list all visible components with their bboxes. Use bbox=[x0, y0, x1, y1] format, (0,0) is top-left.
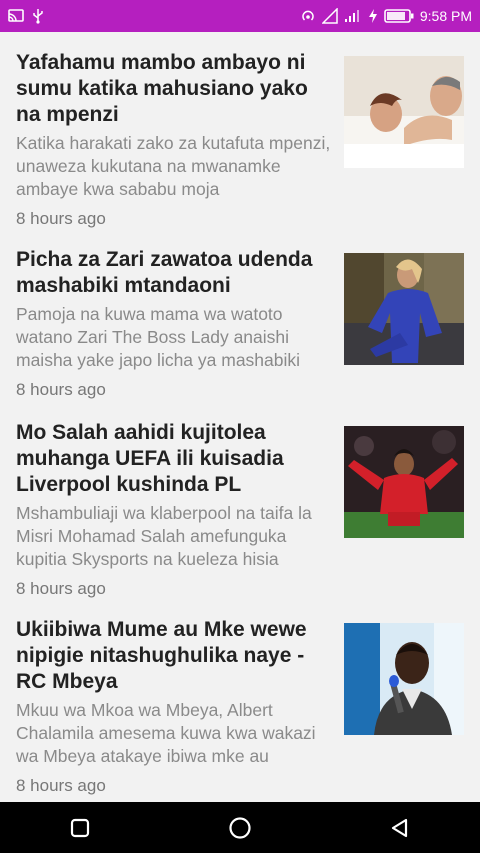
article-time: 8 hours ago bbox=[16, 579, 106, 598]
news-feed[interactable]: Yafahamu mambo ambayo ni sumu katika mah… bbox=[0, 32, 480, 802]
clock-time: 9:58 PM bbox=[419, 8, 472, 24]
hotspot-icon bbox=[300, 8, 316, 24]
article-item[interactable]: Ukiibiwa Mume au Mke wewe nipigie nitash… bbox=[0, 599, 480, 795]
couple-bed-photo[interactable] bbox=[344, 56, 464, 168]
status-right-icons: 9:58 PM bbox=[300, 8, 472, 24]
article-summary: Mshambuliaji wa klaberpool na taifa la M… bbox=[16, 503, 312, 569]
article-item[interactable]: Mo Salah aahidi kujitolea muhanga UEFA i… bbox=[0, 402, 480, 598]
usb-icon bbox=[32, 8, 44, 24]
article-summary: Mkuu wa Mkoa wa Mbeya, Albert Chalamila … bbox=[16, 700, 316, 766]
article-text: Mo Salah aahidi kujitolea muhanga UEFA i… bbox=[16, 420, 336, 599]
footballer-celebrating-photo[interactable] bbox=[344, 426, 464, 538]
article-time: 8 hours ago bbox=[16, 209, 106, 228]
charging-icon bbox=[368, 8, 378, 24]
article-item[interactable]: Yafahamu mambo ambayo ni sumu katika mah… bbox=[0, 32, 480, 228]
cast-icon bbox=[8, 9, 24, 23]
article-headline[interactable]: Ukiibiwa Mume au Mke wewe nipigie nitash… bbox=[16, 617, 336, 695]
status-left-icons bbox=[8, 8, 44, 24]
article-time: 8 hours ago bbox=[16, 776, 106, 795]
home-icon[interactable] bbox=[210, 808, 270, 848]
article-summary: Pamoja na kuwa mama wa watoto watano Zar… bbox=[16, 304, 301, 370]
article-summary: Katika harakati zako za kutafuta mpenzi,… bbox=[16, 133, 331, 199]
system-nav-bar bbox=[0, 802, 480, 853]
recent-apps-icon[interactable] bbox=[50, 808, 110, 848]
man-speaking-microphone-photo[interactable] bbox=[344, 623, 464, 735]
article-item[interactable]: Picha za Zari zawatoa udenda mashabiki m… bbox=[0, 229, 480, 419]
battery-icon bbox=[384, 9, 414, 23]
back-icon[interactable] bbox=[370, 808, 430, 848]
article-headline[interactable]: Mo Salah aahidi kujitolea muhanga UEFA i… bbox=[16, 420, 336, 498]
article-time: 8 hours ago bbox=[16, 380, 106, 399]
article-text: Picha za Zari zawatoa udenda mashabiki m… bbox=[16, 247, 336, 400]
article-text: Ukiibiwa Mume au Mke wewe nipigie nitash… bbox=[16, 617, 336, 796]
article-text: Yafahamu mambo ambayo ni sumu katika mah… bbox=[16, 50, 336, 229]
wifi-bars-icon bbox=[344, 9, 362, 23]
article-headline[interactable]: Yafahamu mambo ambayo ni sumu katika mah… bbox=[16, 50, 336, 128]
article-headline[interactable]: Picha za Zari zawatoa udenda mashabiki m… bbox=[16, 247, 336, 299]
signal-icon bbox=[321, 8, 338, 24]
woman-blue-outfit-photo[interactable] bbox=[344, 253, 464, 365]
status-bar: 9:58 PM bbox=[0, 0, 480, 32]
